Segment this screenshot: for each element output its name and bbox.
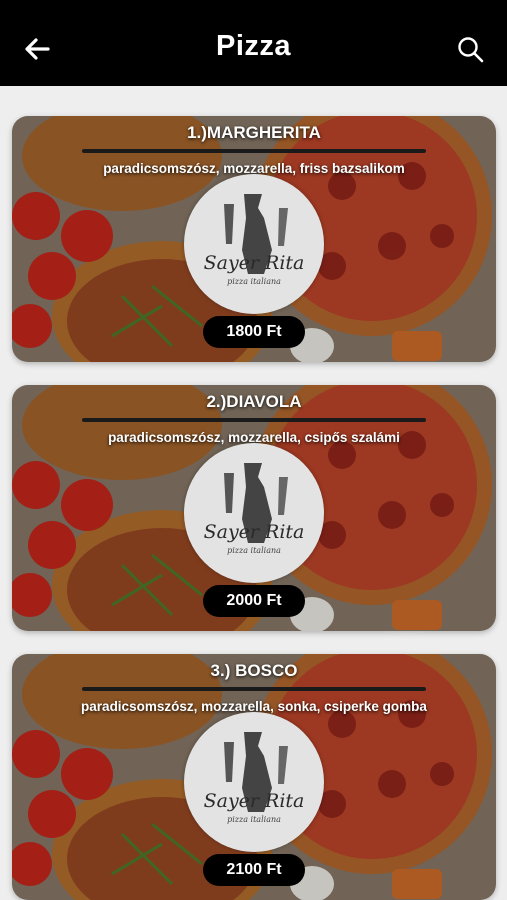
restaurant-logo: Sayer Rita pizza italiana <box>184 712 324 852</box>
menu-item-card[interactable]: 3.) BOSCO paradicsomszósz, mozzarella, s… <box>12 654 496 900</box>
search-button[interactable] <box>457 36 485 64</box>
logo-subtitle: pizza italiana <box>227 546 281 555</box>
logo-script-text: Sayer Rita <box>203 521 305 543</box>
page-title: Pizza <box>215 30 292 62</box>
pizza-name: 1.)MARGHERITA <box>187 123 321 142</box>
logo-subtitle: pizza italiana <box>227 815 281 824</box>
price-badge: 2100 Ft <box>203 854 305 886</box>
logo-script-text: Sayer Rita <box>203 252 305 274</box>
divider <box>82 687 426 691</box>
price-badge: 1800 Ft <box>203 316 305 348</box>
restaurant-logo: Sayer Rita pizza italiana <box>184 443 324 583</box>
menu-item-card[interactable]: 1.)MARGHERITA paradicsomszósz, mozzarell… <box>12 116 496 362</box>
divider <box>82 149 426 153</box>
logo-script-text: Sayer Rita <box>203 790 305 812</box>
pizza-name: 2.)DIAVOLA <box>206 392 302 411</box>
menu-list: 1.)MARGHERITA paradicsomszósz, mozzarell… <box>0 86 507 900</box>
pizza-name: 3.) BOSCO <box>210 661 298 680</box>
app-header: Pizza <box>0 0 507 86</box>
price-badge: 2000 Ft <box>203 585 305 617</box>
logo-subtitle: pizza italiana <box>227 277 281 286</box>
menu-item-card[interactable]: 2.)DIAVOLA paradicsomszósz, mozzarella, … <box>12 385 496 631</box>
search-icon <box>458 37 484 63</box>
restaurant-logo: Sayer Rita pizza italiana <box>184 174 324 314</box>
divider <box>82 418 426 422</box>
